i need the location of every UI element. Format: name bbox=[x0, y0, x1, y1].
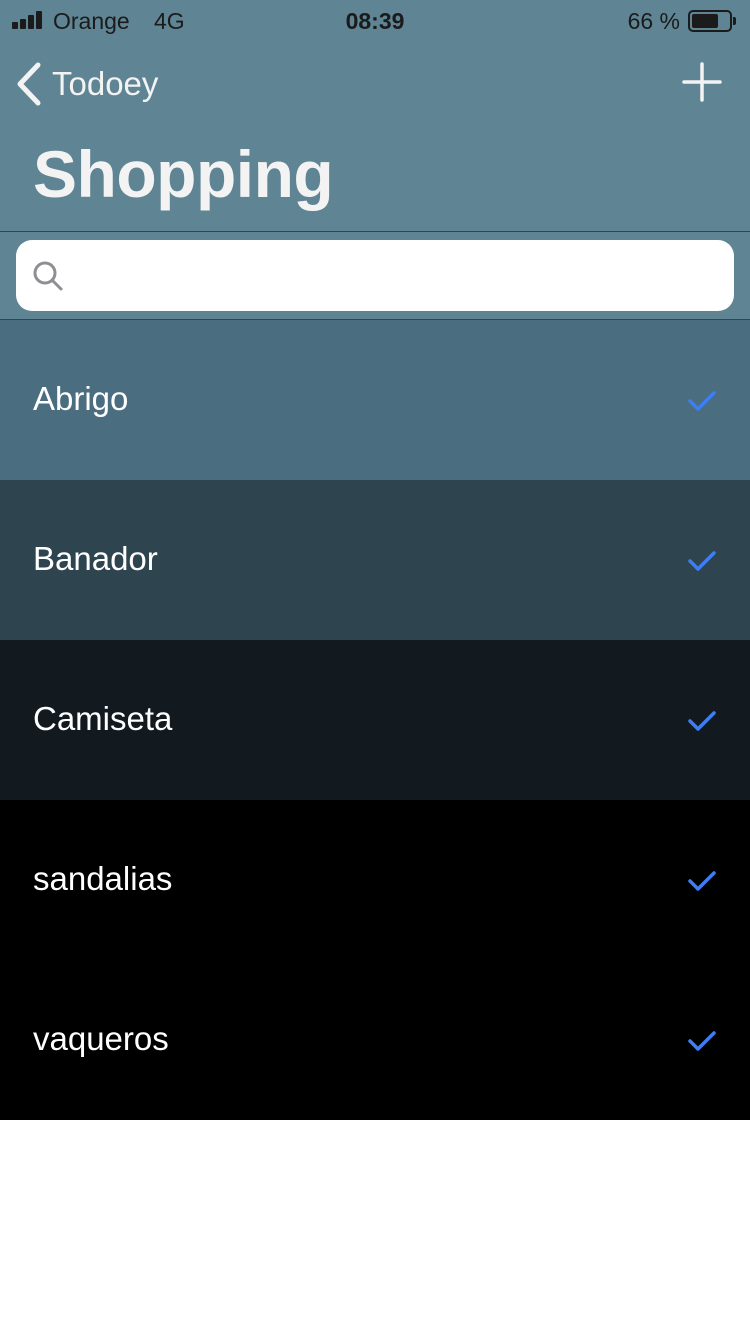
list-item-label: sandalias bbox=[33, 860, 173, 897]
shopping-list: Abrigo Banador Camiseta sandalias vaquer… bbox=[0, 320, 750, 1120]
checkmark-icon bbox=[688, 711, 716, 731]
chevron-left-icon bbox=[17, 62, 41, 106]
list-item-label: Banador bbox=[33, 540, 158, 577]
list-item[interactable]: Banador bbox=[0, 480, 750, 640]
status-bar: Orange 4G 08:39 66 % bbox=[0, 0, 750, 40]
list-item-label: Abrigo bbox=[33, 380, 129, 417]
back-button-label: Todoey bbox=[52, 65, 159, 102]
navigation-bar: Todoey Shopping bbox=[0, 40, 750, 232]
list-item-label: vaqueros bbox=[33, 1020, 169, 1057]
checkmark-icon bbox=[688, 1031, 716, 1051]
add-item-button[interactable] bbox=[682, 62, 722, 102]
back-button[interactable]: Todoey bbox=[14, 60, 158, 108]
search-bar bbox=[0, 232, 750, 319]
screen: Orange 4G 08:39 66 % Todoey Shopping Abr… bbox=[0, 0, 750, 1334]
list-item[interactable]: Camiseta bbox=[0, 640, 750, 800]
list-item-label: Camiseta bbox=[33, 700, 173, 737]
page-title: Shopping bbox=[33, 137, 334, 211]
list-item[interactable]: vaqueros bbox=[0, 960, 750, 1120]
search-icon bbox=[33, 261, 63, 291]
list-item[interactable]: sandalias bbox=[0, 800, 750, 960]
battery-icon bbox=[688, 10, 736, 32]
battery-percentage: 66 % bbox=[627, 8, 680, 34]
list-item[interactable]: Abrigo bbox=[0, 320, 750, 480]
search-field[interactable] bbox=[16, 240, 734, 311]
checkmark-icon bbox=[688, 551, 716, 571]
checkmark-icon bbox=[688, 871, 716, 891]
search-input[interactable] bbox=[78, 240, 718, 311]
checkmark-icon bbox=[688, 391, 716, 411]
plus-icon bbox=[682, 62, 722, 102]
